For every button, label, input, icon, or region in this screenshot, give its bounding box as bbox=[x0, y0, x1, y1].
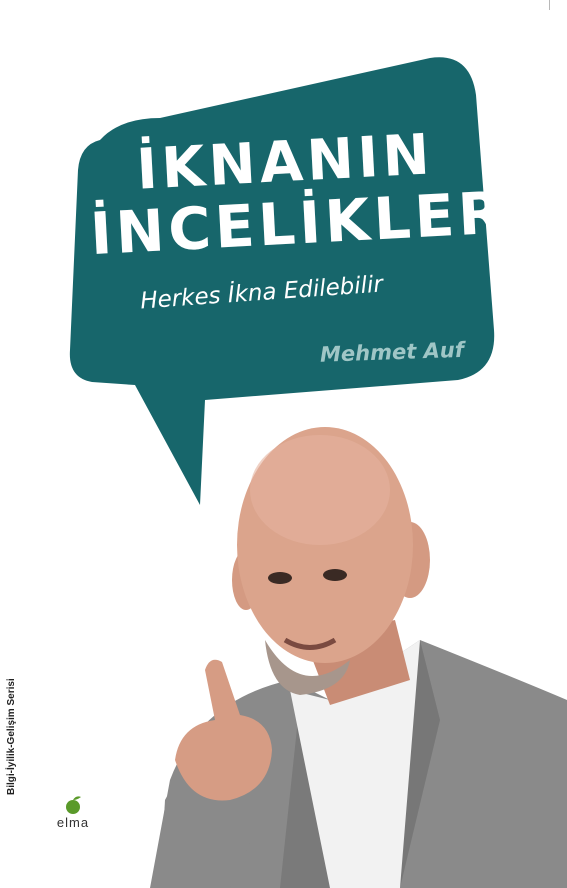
publisher-name: elma bbox=[56, 815, 90, 830]
apple-icon bbox=[66, 796, 81, 814]
eye-right bbox=[323, 569, 347, 581]
series-name: Bilgi-İyilik-Gelişim Serisi bbox=[6, 678, 17, 795]
author-portrait bbox=[150, 427, 567, 888]
publisher-logo: elma bbox=[48, 795, 98, 835]
pointing-hand bbox=[175, 659, 272, 801]
head-highlight bbox=[250, 435, 390, 545]
eye-left bbox=[268, 572, 292, 584]
book-cover: İKNANIN İNCELİKLERİ Herkes İkna Edilebil… bbox=[0, 0, 567, 888]
